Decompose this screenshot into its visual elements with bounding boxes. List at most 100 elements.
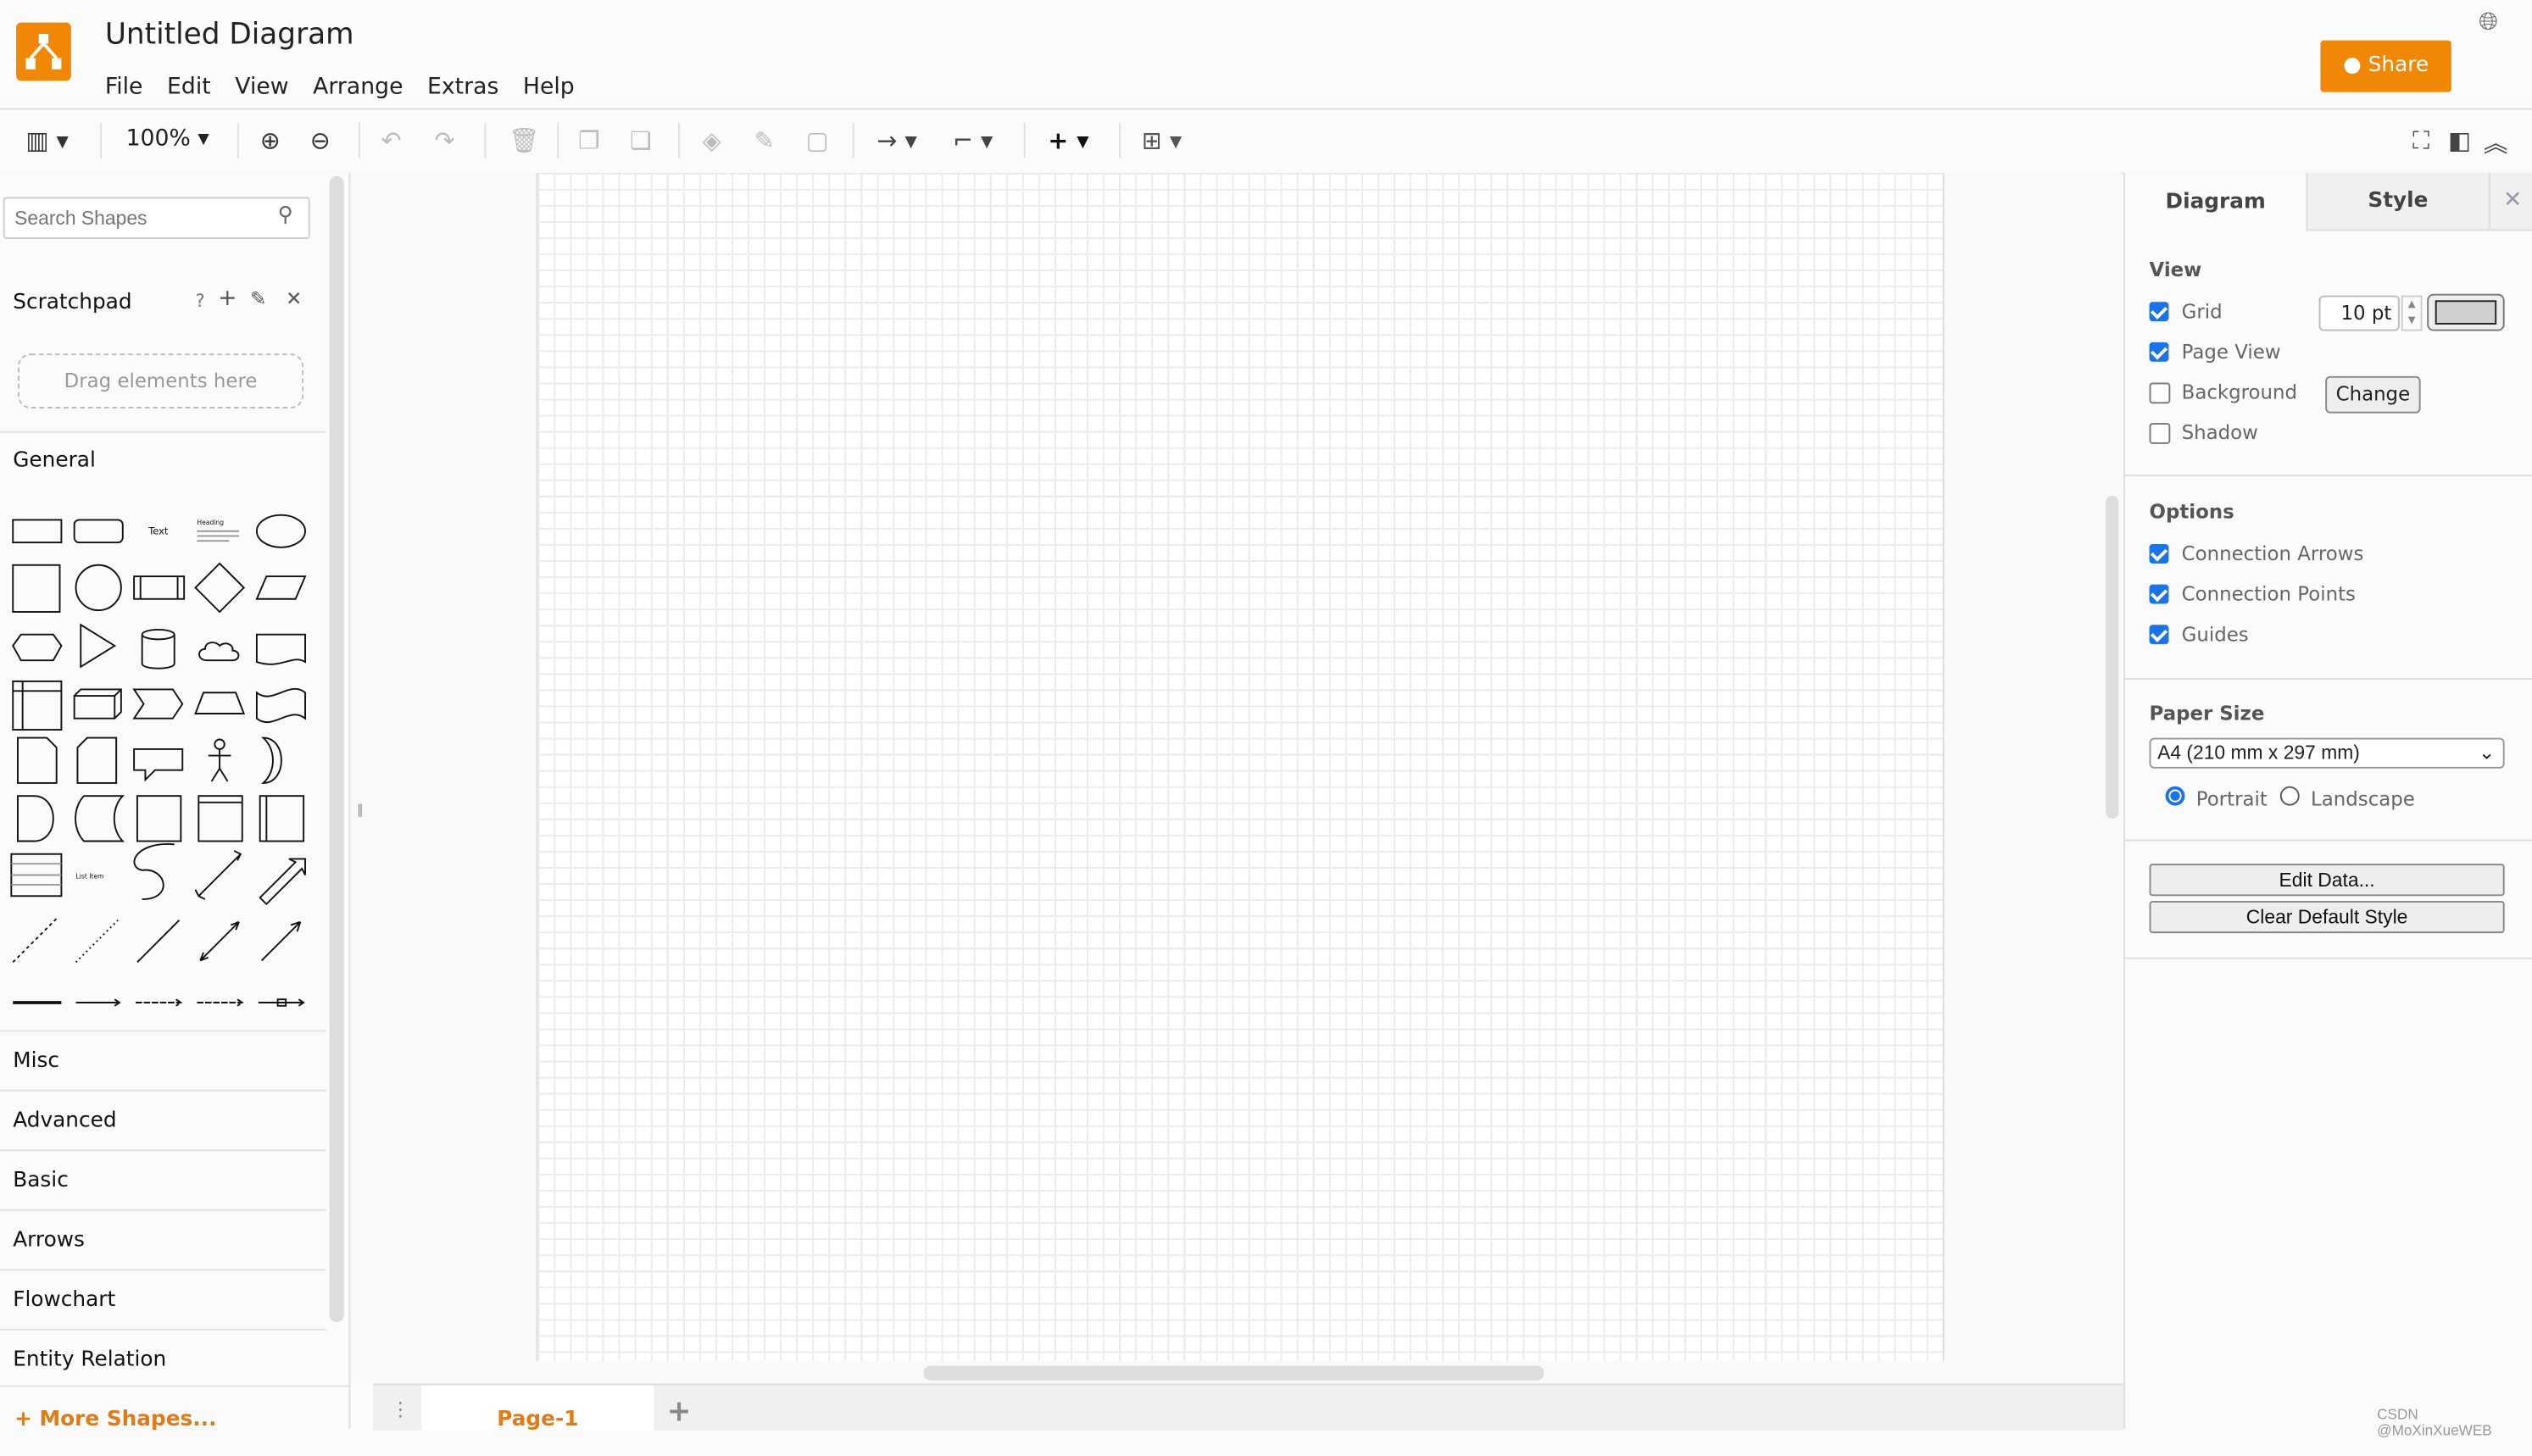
format-toggle-icon[interactable]: ◧ (2448, 126, 2471, 155)
shape-triangle (80, 623, 117, 669)
search-shapes-input[interactable] (3, 197, 310, 239)
line-color-icon[interactable]: ✎ (754, 126, 775, 155)
shape-trapezoid (194, 692, 246, 714)
diagram-page[interactable] (536, 172, 1945, 1361)
share-button[interactable]: ● Share (2320, 40, 2451, 92)
horizontal-scrollbar[interactable] (923, 1365, 1544, 1381)
menu-arrange[interactable]: Arrange (313, 75, 403, 100)
shape-data-storage (75, 795, 125, 842)
background-change-button[interactable]: Change (2325, 375, 2421, 414)
to-back-icon[interactable]: ❏ (630, 126, 652, 155)
shape-line (136, 920, 181, 964)
shape-arrow (259, 858, 306, 906)
scratchpad-edit-icon[interactable]: ✎ (250, 287, 266, 310)
shape-connector-3-labels (197, 998, 244, 1007)
vertical-scrollbar[interactable] (2106, 495, 2119, 819)
zoom-out-icon[interactable]: ⊖ (310, 126, 331, 155)
search-icon[interactable]: ⚲ (278, 203, 293, 228)
undo-icon[interactable]: ↶ (381, 126, 402, 155)
landscape-radio[interactable] (2279, 786, 2300, 806)
format-panel-icon[interactable]: ▥ ▾ (25, 126, 68, 155)
diagram-canvas[interactable]: ‖ (350, 172, 2123, 1384)
sidebar-resize-handle[interactable]: ‖ (357, 803, 364, 817)
pages-menu-icon[interactable]: ⋮ (391, 1398, 410, 1421)
scratchpad-add-icon[interactable]: + (218, 286, 237, 311)
shape-step (132, 688, 184, 720)
delete-icon[interactable]: 🗑︎ (509, 126, 539, 155)
menu-edit[interactable]: Edit (167, 75, 211, 100)
shape-cube (73, 688, 122, 720)
shape-cloud (198, 642, 240, 662)
sidebar-section-flowchart[interactable]: Flowchart (13, 1288, 115, 1313)
user-icon: ● (2343, 53, 2362, 78)
shape-dotted-line (75, 920, 119, 964)
toolbar: ▥ ▾ 100% ▾ ⊕ ⊖ ↶ ↷ 🗑︎ ❐ ❏ ◈ ✎ ▢ → ▾ ⌐ ▾ … (0, 108, 2532, 175)
menu-view[interactable]: View (235, 75, 288, 100)
menu-help[interactable]: Help (523, 75, 575, 100)
sidebar-section-arrows[interactable]: Arrows (13, 1229, 85, 1253)
shadow-icon[interactable]: ▢ (806, 126, 829, 155)
shape-delay (17, 795, 54, 842)
general-header[interactable]: General (13, 449, 96, 474)
table-icon[interactable]: ⊞ ▾ (1142, 126, 1182, 155)
background-checkbox[interactable] (2149, 382, 2171, 404)
page-view-checkbox[interactable] (2149, 342, 2169, 362)
fill-color-icon[interactable]: ◈ (703, 126, 721, 155)
to-front-icon[interactable]: ❐ (578, 126, 600, 155)
shape-bidirectional-arrow (194, 850, 242, 900)
grid-color-button[interactable] (2427, 293, 2505, 331)
shape-container (136, 795, 182, 842)
shape-document (255, 633, 306, 665)
sidebar-section-basic[interactable]: Basic (13, 1169, 69, 1193)
connection-arrows-checkbox[interactable] (2149, 543, 2169, 564)
edit-data-button[interactable]: Edit Data... (2149, 864, 2505, 897)
tab-page-1[interactable]: Page-1 (421, 1385, 654, 1432)
insert-icon[interactable]: + ▾ (1048, 126, 1088, 155)
paper-size-select[interactable]: A4 (210 mm x 297 mm) ⌄ (2149, 737, 2505, 769)
collapse-icon[interactable]: ︽ (2484, 126, 2508, 160)
tab-style[interactable]: Style (2306, 172, 2489, 231)
sidebar-section-misc[interactable]: Misc (13, 1049, 59, 1074)
shape-ellipse (255, 514, 306, 548)
fullscreen-icon[interactable]: ⛶ (2412, 126, 2429, 155)
shadow-checkbox[interactable] (2149, 423, 2171, 444)
scratchpad-help-icon[interactable]: ? (196, 291, 205, 312)
shape-rectangle (12, 519, 63, 544)
shape-dashed-line (12, 916, 59, 964)
scratchpad-header[interactable]: Scratchpad (13, 291, 131, 315)
waypoints-icon[interactable]: ⌐ ▾ (953, 126, 993, 155)
connection-icon[interactable]: → ▾ (876, 126, 916, 155)
shape-list-item: List Item (76, 872, 104, 880)
guides-checkbox[interactable] (2149, 625, 2169, 645)
clear-default-style-button[interactable]: Clear Default Style (2149, 900, 2505, 934)
scratchpad-close-icon[interactable]: ✕ (286, 287, 302, 310)
zoom-dropdown[interactable]: 100% ▾ (126, 126, 209, 152)
tab-diagram[interactable]: Diagram (2125, 173, 2306, 231)
app-logo[interactable] (16, 22, 71, 81)
grid-checkbox[interactable] (2149, 302, 2169, 322)
globe-icon[interactable]: 🌐︎ (2479, 7, 2498, 36)
sidebar-section-entity-relation[interactable]: Entity Relation (13, 1348, 166, 1373)
menu-bar: File Edit View Arrange Extras Help (105, 69, 598, 100)
menu-extras[interactable]: Extras (427, 75, 498, 100)
more-shapes-button[interactable]: + More Shapes... (14, 1408, 216, 1432)
sidebar-section-advanced[interactable]: Advanced (13, 1109, 116, 1134)
chevron-down-icon: ⌄ (2479, 741, 2496, 764)
portrait-radio[interactable] (2165, 786, 2185, 806)
close-panel-icon[interactable]: ✕ (2488, 172, 2532, 231)
zoom-in-icon[interactable]: ⊕ (260, 126, 281, 155)
shape-circle (75, 564, 122, 612)
add-page-icon[interactable]: + (667, 1395, 692, 1429)
shape-list (10, 853, 63, 897)
diagram-title[interactable]: Untitled Diagram (105, 18, 354, 52)
menu-file[interactable]: File (105, 75, 143, 100)
svg-text:Heading: Heading (197, 519, 224, 526)
connection-points-checkbox[interactable] (2149, 584, 2169, 604)
redo-icon[interactable]: ↷ (434, 126, 454, 155)
shape-cylinder (141, 628, 175, 670)
sidebar-scrollbar[interactable] (329, 175, 344, 1323)
scratchpad-dropzone[interactable]: Drag elements here (17, 353, 304, 408)
shape-connector-label (75, 998, 121, 1007)
grid-size-stepper[interactable]: ▲ ▼ (2401, 295, 2423, 331)
grid-size-input[interactable]: 10 pt (2318, 295, 2400, 331)
